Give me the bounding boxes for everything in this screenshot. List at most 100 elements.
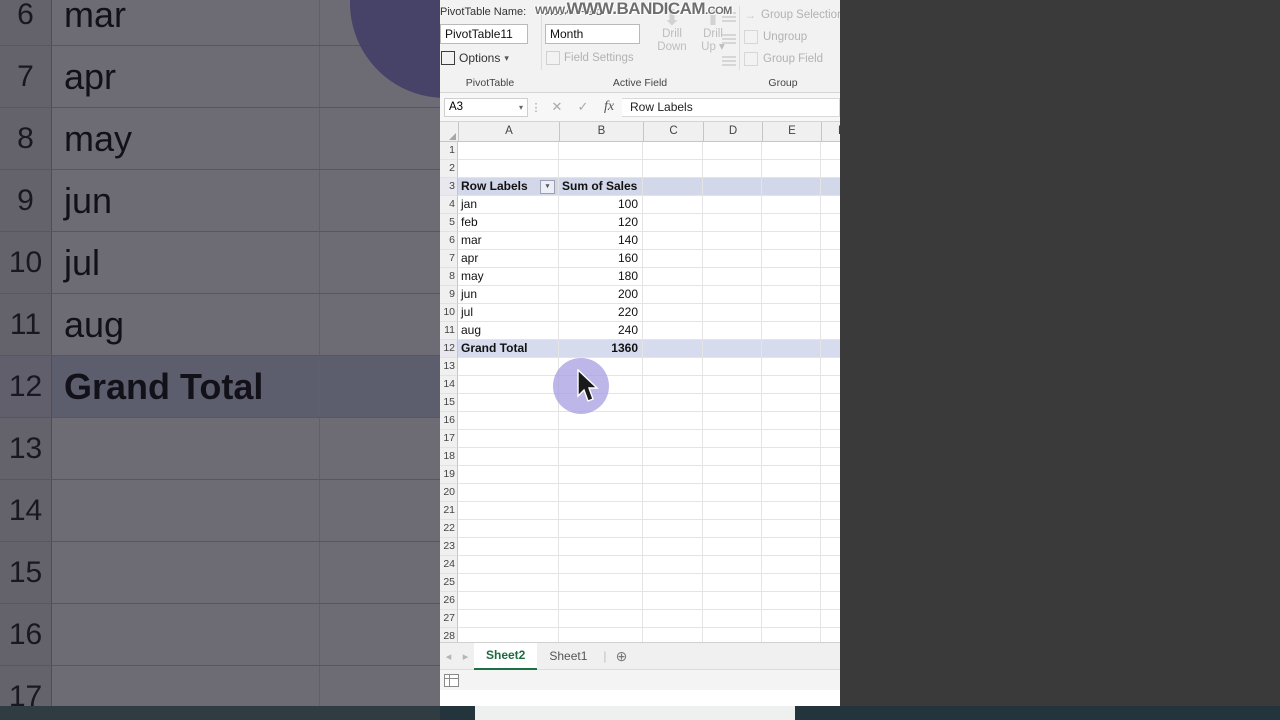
cell-b[interactable] [559, 448, 643, 466]
cell-d[interactable] [703, 214, 762, 232]
cell-e[interactable] [762, 268, 821, 286]
row-header[interactable]: 5 [440, 214, 458, 232]
row-header[interactable]: 3 [440, 178, 458, 196]
pivottable-name-input[interactable]: PivotTable11 [440, 24, 528, 44]
cell-b[interactable] [559, 358, 643, 376]
row-header[interactable]: 14 [440, 376, 458, 394]
cell-a[interactable] [458, 448, 559, 466]
row-header[interactable]: 9 [440, 286, 458, 304]
cell-b[interactable]: 160 [559, 250, 643, 268]
row-header[interactable]: 26 [440, 592, 458, 610]
cell-b[interactable]: 100 [559, 196, 643, 214]
cell-a[interactable]: ▾ Row Labels [458, 178, 559, 196]
row-header[interactable]: 23 [440, 538, 458, 556]
cell-a[interactable] [458, 160, 559, 178]
cell-a[interactable] [458, 394, 559, 412]
row-header[interactable]: 13 [440, 358, 458, 376]
sheet-tab-sheet2[interactable]: Sheet2 [474, 642, 538, 670]
cell-c[interactable] [643, 412, 703, 430]
row-header[interactable]: 21 [440, 502, 458, 520]
cell-e[interactable] [762, 286, 821, 304]
cell-b[interactable] [559, 142, 643, 160]
cell-c[interactable] [643, 520, 703, 538]
cell-e[interactable] [762, 340, 821, 358]
cell-e[interactable] [762, 556, 821, 574]
cell-d[interactable] [703, 268, 762, 286]
cell-d[interactable] [703, 520, 762, 538]
cell-c[interactable] [643, 610, 703, 628]
cell-b[interactable] [559, 628, 643, 642]
cell-c[interactable] [643, 250, 703, 268]
cell-c[interactable] [643, 502, 703, 520]
column-header-c[interactable]: C [644, 122, 704, 141]
insert-function-icon[interactable]: fx [596, 99, 622, 115]
cell-e[interactable] [762, 160, 821, 178]
cell-b[interactable]: 1360 [559, 340, 643, 358]
player-progress-track[interactable] [475, 706, 795, 720]
cell-b[interactable]: 240 [559, 322, 643, 340]
cell-c[interactable] [643, 448, 703, 466]
cell-f[interactable] [821, 538, 840, 556]
cell-b[interactable]: 180 [559, 268, 643, 286]
column-header-b[interactable]: B [560, 122, 644, 141]
cell-c[interactable] [643, 556, 703, 574]
sheet-tab-sheet1[interactable]: Sheet1 [537, 644, 599, 669]
column-header-a[interactable]: A [459, 122, 560, 141]
cell-b[interactable] [559, 376, 643, 394]
cell-a[interactable] [458, 502, 559, 520]
column-header-e[interactable]: E [763, 122, 822, 141]
cell-a[interactable] [458, 142, 559, 160]
cell-f[interactable] [821, 394, 840, 412]
cell-e[interactable] [762, 430, 821, 448]
cell-a[interactable] [458, 358, 559, 376]
cell-e[interactable] [762, 448, 821, 466]
row-header[interactable]: 18 [440, 448, 458, 466]
cell-a[interactable]: feb [458, 214, 559, 232]
cell-d[interactable] [703, 286, 762, 304]
video-player-bar[interactable] [0, 706, 1280, 720]
row-header[interactable]: 20 [440, 484, 458, 502]
cell-f[interactable] [821, 574, 840, 592]
cell-d[interactable] [703, 574, 762, 592]
cell-a[interactable]: jul [458, 304, 559, 322]
collapse-field-icon[interactable] [722, 34, 736, 46]
cell-e[interactable] [762, 592, 821, 610]
cell-c[interactable] [643, 268, 703, 286]
cell-f[interactable] [821, 412, 840, 430]
cell-c[interactable] [643, 376, 703, 394]
cell-b[interactable] [559, 592, 643, 610]
cell-e[interactable] [762, 628, 821, 642]
cell-f[interactable] [821, 556, 840, 574]
cell-a[interactable] [458, 520, 559, 538]
cell-d[interactable] [703, 394, 762, 412]
cell-e[interactable] [762, 250, 821, 268]
formula-bar-menu-icon[interactable]: ⋮ [528, 101, 544, 114]
tab-next-arrow-icon[interactable]: ▸ [457, 650, 474, 663]
select-all-corner[interactable] [440, 122, 459, 141]
cell-d[interactable] [703, 610, 762, 628]
cell-a[interactable] [458, 556, 559, 574]
cell-b[interactable] [559, 484, 643, 502]
cell-e[interactable] [762, 376, 821, 394]
cell-a[interactable]: Grand Total [458, 340, 559, 358]
cell-e[interactable] [762, 304, 821, 322]
player-progress-played[interactable] [440, 706, 475, 720]
cell-d[interactable] [703, 160, 762, 178]
cell-f[interactable] [821, 358, 840, 376]
cell-d[interactable] [703, 304, 762, 322]
cell-c[interactable] [643, 304, 703, 322]
cell-f[interactable] [821, 196, 840, 214]
cell-b[interactable]: 200 [559, 286, 643, 304]
cell-f[interactable] [821, 232, 840, 250]
cell-c[interactable] [643, 484, 703, 502]
cell-c[interactable] [643, 430, 703, 448]
cell-d[interactable] [703, 556, 762, 574]
cell-f[interactable] [821, 340, 840, 358]
cell-e[interactable] [762, 394, 821, 412]
cell-d[interactable] [703, 196, 762, 214]
cell-f[interactable] [821, 592, 840, 610]
cell-f[interactable] [821, 304, 840, 322]
row-header[interactable]: 27 [440, 610, 458, 628]
row-header[interactable]: 8 [440, 268, 458, 286]
cell-c[interactable] [643, 286, 703, 304]
